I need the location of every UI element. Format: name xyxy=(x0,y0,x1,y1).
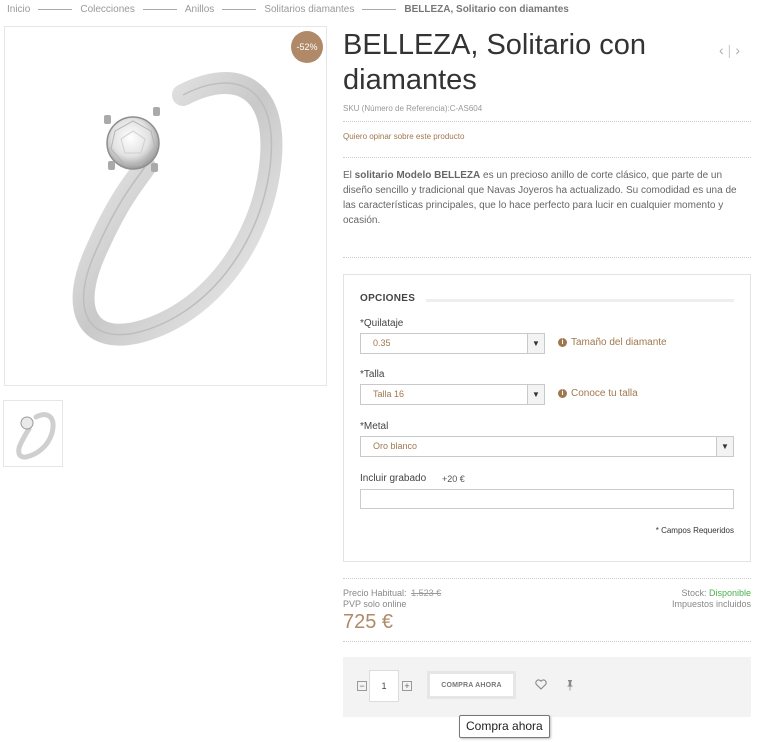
size-guide-help-label: Conoce tu talla xyxy=(571,388,638,399)
taxes-included-note: Impuestos incluidos xyxy=(671,599,751,609)
required-fields-note: * Campos Requeridos xyxy=(655,526,734,535)
breadcrumb-separator xyxy=(222,9,257,10)
chevron-down-icon[interactable]: ▼ xyxy=(527,334,544,353)
size-select-value: Talla 16 xyxy=(373,389,405,399)
diamond-size-help-link[interactable]: i Tamaño del diamante xyxy=(558,337,667,348)
ring-thumbnail-image xyxy=(16,412,56,460)
options-panel: OPCIONES *Quilataje 0.35 ▼ i Tamaño del … xyxy=(343,274,751,562)
options-title: OPCIONES xyxy=(360,293,416,304)
buy-now-button[interactable]: COMPRA AHORA xyxy=(427,671,516,699)
increase-quantity-button[interactable]: + xyxy=(402,681,412,691)
carat-select[interactable]: 0.35 ▼ xyxy=(360,333,545,354)
carat-select-value: 0.35 xyxy=(373,338,391,348)
breadcrumb-home[interactable]: Inicio xyxy=(7,4,30,15)
breadcrumb-current: BELLEZA, Solitario con diamantes xyxy=(404,4,569,15)
quantity-input[interactable]: 1 xyxy=(369,670,399,702)
description-model-name: solitario Modelo BELLEZA xyxy=(354,170,481,181)
info-icon: i xyxy=(558,338,567,347)
regular-price: 1.523 € xyxy=(411,588,442,598)
engraving-input[interactable] xyxy=(360,489,734,509)
metal-label: *Metal xyxy=(360,421,389,432)
previous-product-icon[interactable]: ‹ xyxy=(719,42,724,58)
engraving-label: Incluir grabado xyxy=(360,473,427,484)
size-label: *Talla xyxy=(360,369,385,380)
breadcrumb-separator xyxy=(142,9,177,10)
carat-label: *Quilataje xyxy=(360,318,404,329)
stock-status: Disponible xyxy=(708,588,751,598)
buy-now-tooltip: Compra ahora xyxy=(459,715,550,738)
breadcrumb-rings[interactable]: Anillos xyxy=(185,4,214,15)
stock-block: Stock: Disponible Impuestos incluidos xyxy=(672,588,751,610)
regular-price-block: Precio Habitual: 1.523 € PVP solo online xyxy=(343,588,441,610)
breadcrumb-diamond-solitaires[interactable]: Solitarios diamantes xyxy=(264,4,354,15)
discount-badge: -52% xyxy=(291,31,323,63)
engraving-price: +20 € xyxy=(442,474,465,484)
breadcrumb-separator xyxy=(362,9,397,10)
next-product-icon[interactable]: › xyxy=(735,42,740,58)
divider xyxy=(343,157,751,158)
product-thumbnail[interactable] xyxy=(3,400,63,467)
regular-price-label: Precio Habitual: xyxy=(343,588,407,598)
ring-image xyxy=(72,72,283,346)
product-sku: SKU (Número de Referencia):C-AS604 xyxy=(343,104,483,113)
size-select[interactable]: Talla 16 ▼ xyxy=(360,384,545,405)
pager-separator: | xyxy=(727,42,732,58)
breadcrumb: Inicio Colecciones Anillos Solitarios di… xyxy=(7,4,569,15)
divider xyxy=(343,257,751,258)
divider xyxy=(343,578,751,579)
decrease-quantity-button[interactable]: − xyxy=(357,681,367,691)
product-pager: ‹ | › xyxy=(719,42,740,58)
stock-label: Stock: xyxy=(681,588,707,598)
metal-select-value: Oro blanco xyxy=(373,441,418,451)
add-to-cart-area: − 1 + COMPRA AHORA xyxy=(343,657,751,717)
info-icon: i xyxy=(558,389,567,398)
current-price: 725 € xyxy=(343,611,394,633)
metal-select[interactable]: Oro blanco ▼ xyxy=(360,436,734,457)
write-review-link[interactable]: Quiero opinar sobre este producto xyxy=(343,132,464,141)
description-intro: El xyxy=(343,170,355,181)
divider xyxy=(343,641,751,642)
product-main-image[interactable] xyxy=(4,26,327,386)
online-price-label: PVP solo online xyxy=(343,599,407,609)
product-description: El solitario Modelo BELLEZA es un precio… xyxy=(343,168,751,228)
pin-icon[interactable] xyxy=(565,679,575,691)
product-title: BELLEZA, Solitario con diamantes xyxy=(343,29,647,96)
breadcrumb-collections[interactable]: Colecciones xyxy=(80,4,134,15)
size-guide-help-link[interactable]: i Conoce tu talla xyxy=(558,388,638,399)
chevron-down-icon[interactable]: ▼ xyxy=(527,385,544,404)
heart-icon[interactable] xyxy=(535,679,547,690)
chevron-down-icon[interactable]: ▼ xyxy=(716,437,733,456)
diamond-size-help-label: Tamaño del diamante xyxy=(571,337,667,348)
divider xyxy=(343,121,751,122)
breadcrumb-separator xyxy=(38,9,73,10)
options-title-rule xyxy=(426,299,734,302)
